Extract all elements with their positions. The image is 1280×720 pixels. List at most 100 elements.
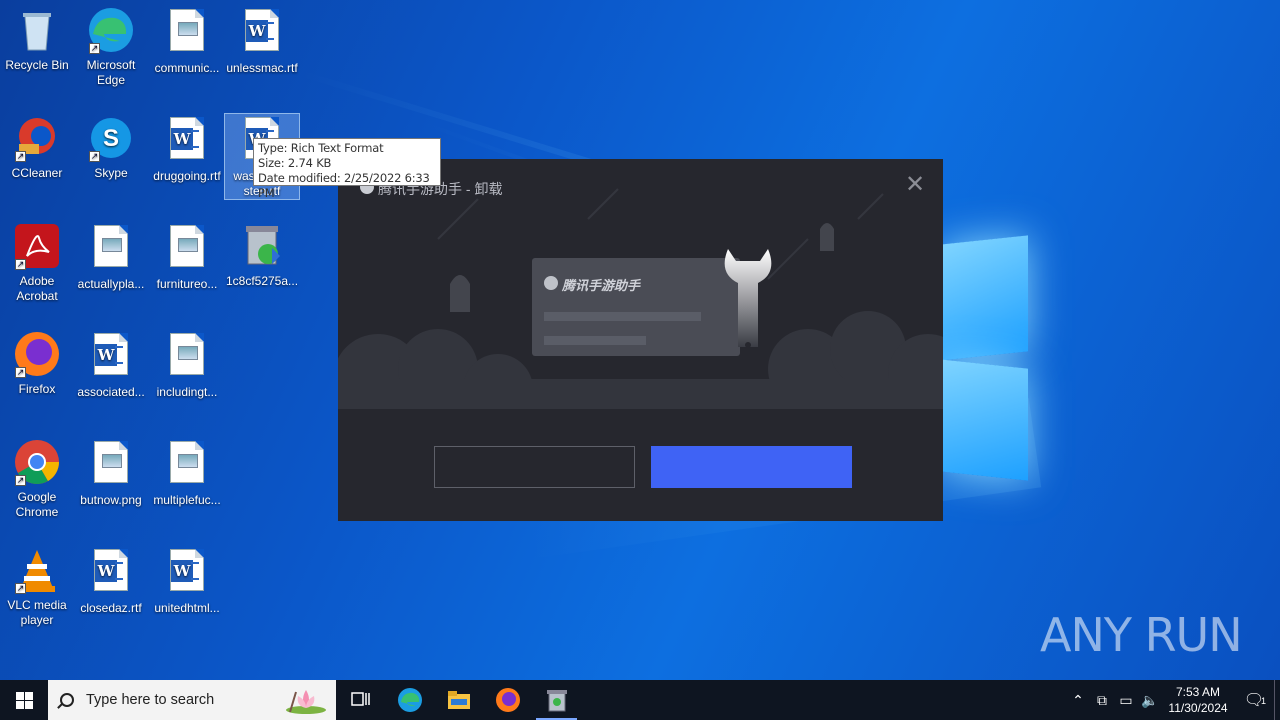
taskbar: Type here to search ⌃ ⧉ ▭ 🔈 7:53 AM 11/3… [0,680,1280,720]
desktop-icon-label: Firefox [18,382,56,396]
desktop-icon-skype[interactable]: S ↗ Skype [74,114,148,181]
word-file-icon: W [163,549,211,597]
word-file-icon: W [87,549,135,597]
taskbar-installer[interactable] [532,680,581,720]
desktop-icon-unitedhtml[interactable]: Wunitedhtml... [150,546,224,616]
task-view-button[interactable] [336,680,385,720]
desktop-icon-adobe-acrobat[interactable]: ↗ Adobe Acrobat [0,222,74,304]
desktop-icon-vlc-media-player[interactable]: ↗ VLC media player [0,546,74,628]
windows-logo-graphic [940,235,1030,481]
chevron-up-icon[interactable]: ⌃ [1066,692,1090,709]
image-file-icon [163,441,211,489]
tooltip-size: Size: 2.74 KB [258,156,332,170]
search-icon [60,693,74,707]
desktop-icon-label: multiplefuc... [153,493,221,507]
file-explorer-icon [447,691,470,709]
installer-icon [546,690,567,712]
tooltip-type: Type: Rich Text Format [258,141,384,155]
clock-time: 7:53 AM [1175,685,1221,699]
desktop-icon-associated[interactable]: Wassociated... [74,330,148,400]
desktop-icon-multiplefuc[interactable]: multiplefuc... [150,438,224,508]
desktop-icon-butnow-png[interactable]: butnow.png [74,438,148,508]
desktop-icon-includingt[interactable]: includingt... [150,330,224,400]
volume-icon[interactable]: 🔈 [1138,692,1162,709]
wrench-icon [724,249,772,348]
desktop-icon-label: actuallypla... [77,277,145,291]
desktop-icon-label: furnitureo... [156,277,218,291]
desktop-icon-label: Skype [94,166,128,180]
desktop-icon-label: associated... [77,385,145,399]
desktop-icon-label: unlessmac.rtf [226,61,298,75]
desktop-icon-label: Microsoft Edge [86,58,136,87]
network-icon[interactable]: ▭ [1114,692,1138,709]
notification-icon[interactable]: 🗨 1 [1234,690,1274,710]
task-view-icon [350,692,370,706]
desktop-icon-recycle-bin[interactable]: Recycle Bin [0,6,74,73]
firefox-icon [495,688,520,712]
system-tray: ⌃ ⧉ ▭ 🔈 7:53 AM 11/30/2024 🗨 1 [1066,680,1280,720]
search-placeholder: Type here to search [86,692,215,708]
image-file-icon [87,441,135,489]
desktop-icon-unlessmac-rtf[interactable]: Wunlessmac.rtf [225,6,299,76]
close-icon[interactable]: ✕ [904,173,926,197]
clock-date: 11/30/2024 [1168,701,1228,715]
app-card-illustration: 腾讯手游助手 [532,258,740,356]
word-file-icon: W [87,333,135,381]
image-file-icon [163,225,211,273]
desktop-icon-firefox[interactable]: ↗ Firefox [0,330,74,397]
desktop-icon-label: VLC media player [7,598,67,627]
word-file-icon: W [163,117,211,165]
desktop-icon-google-chrome[interactable]: ↗ Google Chrome [0,438,74,520]
taskbar-file-explorer[interactable] [434,680,483,720]
taskbar-edge[interactable] [385,680,434,720]
taskbar-firefox[interactable] [483,680,532,720]
card-placeholder-bar [544,312,701,321]
desktop-icon-label: druggoing.rtf [153,169,221,183]
start-button[interactable] [0,680,48,720]
acrobat-icon: ↗ [13,222,61,270]
uninstall-dialog: 腾讯手游助手 - 卸载 ✕ 腾讯手游助手 [338,159,943,521]
recycle-bin-icon [13,6,61,54]
svg-text:S: S [103,125,119,152]
meet-now-icon[interactable]: ⧉ [1090,692,1114,709]
clock[interactable]: 7:53 AM 11/30/2024 [1162,684,1234,716]
vlc-icon: ↗ [13,546,61,594]
windows-icon [15,691,33,709]
ccleaner-icon: ↗ [13,114,61,162]
desktop-icon-actuallypla[interactable]: actuallypla... [74,222,148,292]
chrome-icon: ↗ [13,438,61,486]
desktop-icon-1c8cf5275a[interactable]: 1c8cf5275a... [225,222,299,289]
desktop-icon-label: includingt... [156,385,218,399]
word-file-icon: W [238,9,286,57]
desktop-icon-label: 1c8cf5275a... [225,274,299,288]
desktop-icon-closedaz-rtf[interactable]: Wclosedaz.rtf [74,546,148,616]
desktop-icon-label: CCleaner [11,166,63,180]
desktop-icon-label: butnow.png [80,493,142,507]
installer-icon [238,222,286,270]
notification-count: 1 [1260,696,1266,706]
desktop-icon-label: closedaz.rtf [80,601,142,615]
image-file-icon [163,333,211,381]
image-file-icon [87,225,135,273]
taskbar-search-box[interactable]: Type here to search [48,680,336,720]
card-title: 腾讯手游助手 [562,278,641,293]
desktop-icon-communic[interactable]: communic... [150,6,224,76]
lotus-decoration-icon [286,690,326,714]
tooltip-date-modified: Date modified: 2/25/2022 6:33 PM [258,171,430,200]
desktop-icon-microsoft-edge[interactable]: ↗ Microsoft Edge [74,6,148,88]
desktop-icon-label: Adobe Acrobat [16,274,58,303]
desktop-icon-label: unitedhtml... [154,601,220,615]
uninstall-button[interactable] [651,446,852,488]
desktop-icon-ccleaner[interactable]: ↗ CCleaner [0,114,74,181]
show-desktop-button[interactable] [1274,680,1280,720]
desktop-icon-label: Google Chrome [15,490,59,519]
desktop-icon-label: Recycle Bin [5,58,69,72]
card-placeholder-bar [544,336,646,345]
edge-icon: ↗ [87,6,135,54]
edge-icon [397,688,422,712]
file-tooltip: Type: Rich Text Format Size: 2.74 KB Dat… [253,138,441,200]
cancel-button[interactable] [434,446,635,488]
desktop-icon-druggoing-rtf[interactable]: Wdruggoing.rtf [150,114,224,184]
desktop-icon-furnitureo[interactable]: furnitureo... [150,222,224,292]
card-logo-icon [544,276,558,290]
